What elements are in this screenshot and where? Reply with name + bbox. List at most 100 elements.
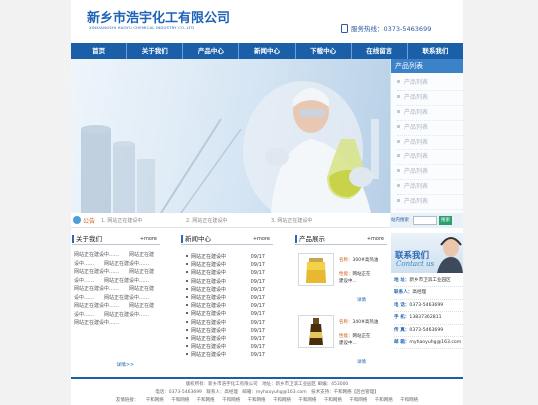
nav-message[interactable]: 在线留言 [352, 43, 407, 59]
nav-contact[interactable]: 联系我们 [408, 43, 463, 59]
friend-link[interactable]: 千和网络 [273, 398, 291, 403]
footer-copyright: 版权所有：新乡市浩宇化工有限公司 地址：新乡市卫滨工业园区 邮编：453000 [185, 382, 349, 387]
product-list-item-label: 产品列表 [404, 108, 429, 116]
friend-link[interactable]: 千和网络 [171, 398, 189, 403]
notice-bar: 公告 1. 网站正在建设中 2. 网站正在建设中 3. 网站正在建设中 [71, 213, 390, 228]
bullet-icon [397, 139, 400, 143]
product-list-item[interactable]: 产品列表 [397, 76, 463, 91]
product-list-item-label: 产品列表 [404, 79, 429, 86]
friend-link[interactable]: 千和网络 [349, 398, 367, 403]
search-label: 站内搜索 [391, 218, 409, 223]
company-logo-cn[interactable]: 新乡市浩宇化工有限公司 [87, 7, 230, 26]
contact-mobile: 手 机：13837362811 [394, 312, 463, 325]
news-date: 09/17 [250, 344, 265, 351]
bullet-icon [186, 279, 188, 282]
about-more-link[interactable]: +more [140, 236, 157, 242]
product-list-item[interactable]: 产品列表 [397, 195, 463, 211]
product-detail-link[interactable]: 详情 [357, 359, 366, 365]
contact-value: 0373-5463699 [409, 327, 444, 333]
product-list-item[interactable]: 产品列表 [397, 91, 463, 106]
news-more-link[interactable]: +more [253, 236, 270, 242]
product-list-sidebar: 产品列表 产品列表 产品列表 产品列表 产品列表 产品列表 产品列表 产品列表 … [390, 59, 463, 213]
friend-link[interactable]: 千和网络 [197, 398, 215, 403]
nav-products[interactable]: 产品中心 [183, 43, 238, 59]
news-title-text: 网站正在建设中 [191, 270, 227, 277]
news-item[interactable]: 网站正在建设中 09/17 [186, 261, 273, 269]
news-item[interactable]: 网站正在建设中 09/17 [186, 286, 273, 294]
news-item[interactable]: 网站正在建设中 09/17 [186, 327, 273, 335]
notice-label: 公告 [83, 218, 96, 225]
friend-link[interactable]: 千和网络 [324, 398, 342, 403]
phone-icon [341, 24, 348, 33]
bullet-icon [397, 169, 400, 173]
news-title-text: 网站正在建设中 [191, 319, 227, 326]
product-name[interactable]: 名称：340#高热油 [339, 319, 378, 325]
about-header: 关于我们 +more [72, 233, 160, 245]
product-list-item[interactable]: 产品列表 [397, 121, 463, 136]
search-input[interactable] [413, 216, 437, 225]
news-item[interactable]: 网站正在建设中 09/17 [186, 253, 273, 261]
news-item[interactable]: 网站正在建设中 09/17 [186, 351, 273, 359]
product-list-item[interactable]: 产品列表 [397, 106, 463, 121]
friend-link[interactable]: 千和网络 [222, 398, 240, 403]
hotline: 服务热线：0373-5463699 [341, 23, 431, 33]
product-list: 产品列表 产品列表 产品列表 产品列表 产品列表 产品列表 产品列表 产品列表 … [391, 73, 463, 211]
news-item[interactable]: 网站正在建设中 09/17 [186, 319, 273, 327]
news-item[interactable]: 网站正在建设中 09/17 [186, 343, 273, 351]
bullet-icon [186, 336, 188, 339]
product-image[interactable] [298, 315, 334, 348]
search-button[interactable]: 搜索 [439, 216, 452, 225]
news-item[interactable]: 网站正在建设中 09/17 [186, 302, 273, 310]
contact-person: 联系人：高经理 [394, 287, 463, 300]
bullet-icon [397, 80, 400, 83]
nav-about[interactable]: 关于我们 [127, 43, 182, 59]
product-list-item-label: 产品列表 [404, 183, 429, 191]
hotline-text: 服务热线：0373-5463699 [351, 25, 432, 33]
contact-email[interactable]: 邮 箱：myhaoyuhg@163.com [394, 337, 463, 350]
product-list-item[interactable]: 产品列表 [397, 180, 463, 196]
friend-link[interactable]: 千和网络 [248, 398, 266, 403]
nav-download[interactable]: 下载中心 [296, 43, 351, 59]
page-wrapper: 新乡市浩宇化工有限公司 XINXIANGSHI HAOYU CHEMICAL I… [71, 0, 463, 405]
product-image[interactable] [298, 253, 334, 286]
contact-label: 传 真： [394, 327, 410, 333]
friend-link[interactable]: 千和网络 [375, 398, 393, 403]
news-date: 09/17 [250, 262, 265, 269]
bullet-icon [186, 353, 188, 356]
product-name-label: 名称： [339, 258, 353, 263]
notice-item[interactable]: 3. 网站正在建设中 [271, 217, 312, 224]
product-list-item[interactable]: 产品列表 [397, 150, 463, 166]
friend-link[interactable]: 千和网络 [400, 398, 418, 403]
footer-friend-links: 友情链接： 千和网络 千和网络 千和网络 千和网络 千和网络 千和网络 千和网络… [71, 397, 463, 403]
notice-item[interactable]: 2. 网站正在建设中 [186, 217, 227, 224]
friend-link[interactable]: 千和网络 [146, 398, 164, 403]
contact-label: 邮 箱： [394, 339, 410, 345]
notice-item[interactable]: 1. 网站正在建设中 [101, 217, 142, 224]
nav-news[interactable]: 新闻中心 [239, 43, 294, 59]
contact-info: 地 址：新乡市卫滨工业园区 联系人：高经理 电 话：0373-5463699 手… [391, 273, 463, 350]
product-detail-link[interactable]: 详情 [357, 297, 366, 303]
contact-panel: 联系我们 Contact us 地 址：新乡市卫滨工业园区 联系人：高经理 电 … [391, 233, 463, 375]
product-show-more-link[interactable]: +more [367, 236, 384, 242]
news-item[interactable]: 网站正在建设中 09/17 [186, 294, 273, 302]
news-header: 新闻中心 +more [181, 233, 273, 245]
about-panel: 关于我们 +more 网站正在建设中…… 网站正在建设中…… 网站正在建设中……… [72, 233, 160, 375]
nav-home[interactable]: 首页 [71, 43, 126, 59]
about-detail-link[interactable]: 详情>> [116, 361, 134, 368]
news-title-text: 网站正在建设中 [191, 262, 227, 269]
oil-bottle-icon [306, 258, 326, 283]
news-item[interactable]: 网站正在建设中 09/17 [186, 278, 273, 286]
hero-banner [71, 59, 390, 213]
product-list-item[interactable]: 产品列表 [397, 165, 463, 181]
product-list-item[interactable]: 产品列表 [397, 136, 463, 151]
news-item[interactable]: 网站正在建设中 09/17 [186, 310, 273, 318]
news-date: 09/17 [250, 327, 265, 334]
product-name[interactable]: 名称：300#高热油 [339, 257, 378, 263]
contact-value: 0373-5463699 [409, 302, 444, 308]
friend-link[interactable]: 千和网络 [298, 398, 316, 403]
news-item[interactable]: 网站正在建设中 09/17 [186, 335, 273, 343]
product-list-item-label: 产品列表 [404, 138, 429, 146]
news-item[interactable]: 网站正在建设中 09/17 [186, 269, 273, 277]
news-title-text: 网站正在建设中 [191, 344, 227, 351]
header: 新乡市浩宇化工有限公司 XINXIANGSHI HAOYU CHEMICAL I… [71, 0, 463, 42]
